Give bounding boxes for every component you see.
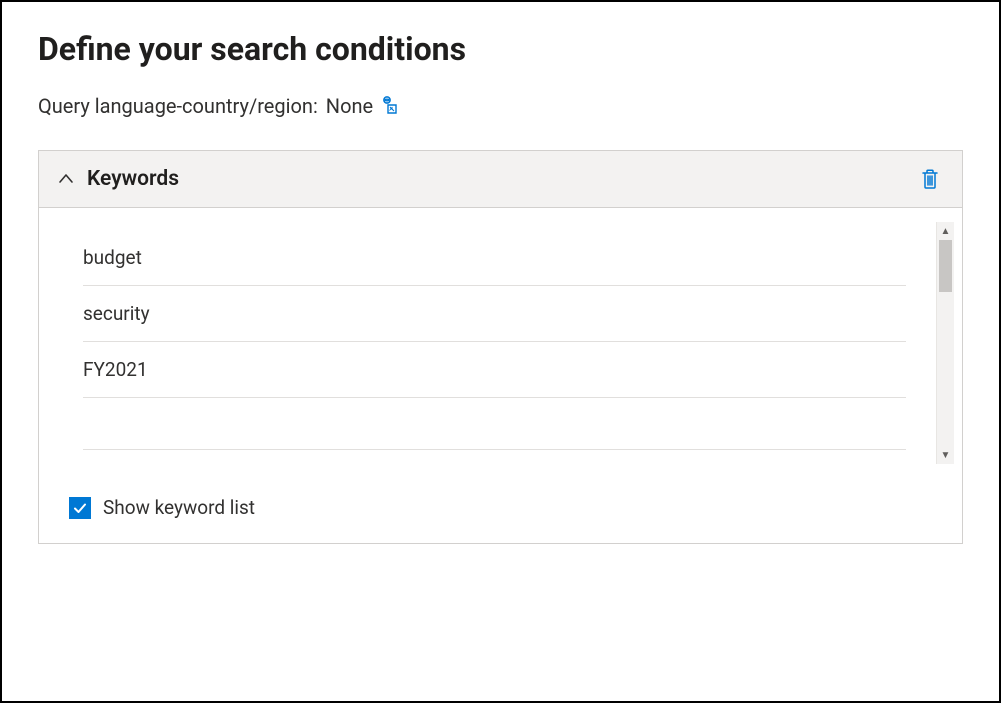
keyword-row[interactable]: budget: [83, 230, 906, 286]
keyword-row[interactable]: [83, 398, 906, 450]
keywords-list: budget security FY2021 ▲ ▼: [39, 208, 962, 476]
query-language-label: Query language-country/region:: [38, 94, 318, 118]
scroll-down-icon[interactable]: ▼: [937, 446, 954, 464]
show-keyword-list-label: Show keyword list: [103, 496, 255, 519]
scroll-up-icon[interactable]: ▲: [937, 222, 954, 240]
keywords-panel: Keywords budget security FY2021 ▲ ▼: [38, 150, 963, 544]
keywords-panel-body: budget security FY2021 ▲ ▼ Show keyword …: [39, 208, 962, 543]
keyword-row[interactable]: FY2021: [83, 342, 906, 398]
show-keyword-list-row: Show keyword list: [39, 476, 962, 543]
keyword-row[interactable]: security: [83, 286, 906, 342]
scroll-thumb[interactable]: [939, 240, 952, 292]
delete-keywords-button[interactable]: [916, 165, 944, 193]
query-language-row: Query language-country/region: None: [38, 94, 963, 118]
show-keyword-list-checkbox[interactable]: [69, 497, 91, 519]
translate-icon[interactable]: [381, 96, 401, 116]
keywords-panel-title: Keywords: [87, 167, 179, 191]
query-language-value: None: [326, 94, 373, 118]
chevron-up-icon[interactable]: [57, 170, 75, 188]
scrollbar[interactable]: ▲ ▼: [936, 222, 954, 464]
keywords-panel-header[interactable]: Keywords: [39, 151, 962, 208]
page-title: Define your search conditions: [38, 30, 963, 68]
